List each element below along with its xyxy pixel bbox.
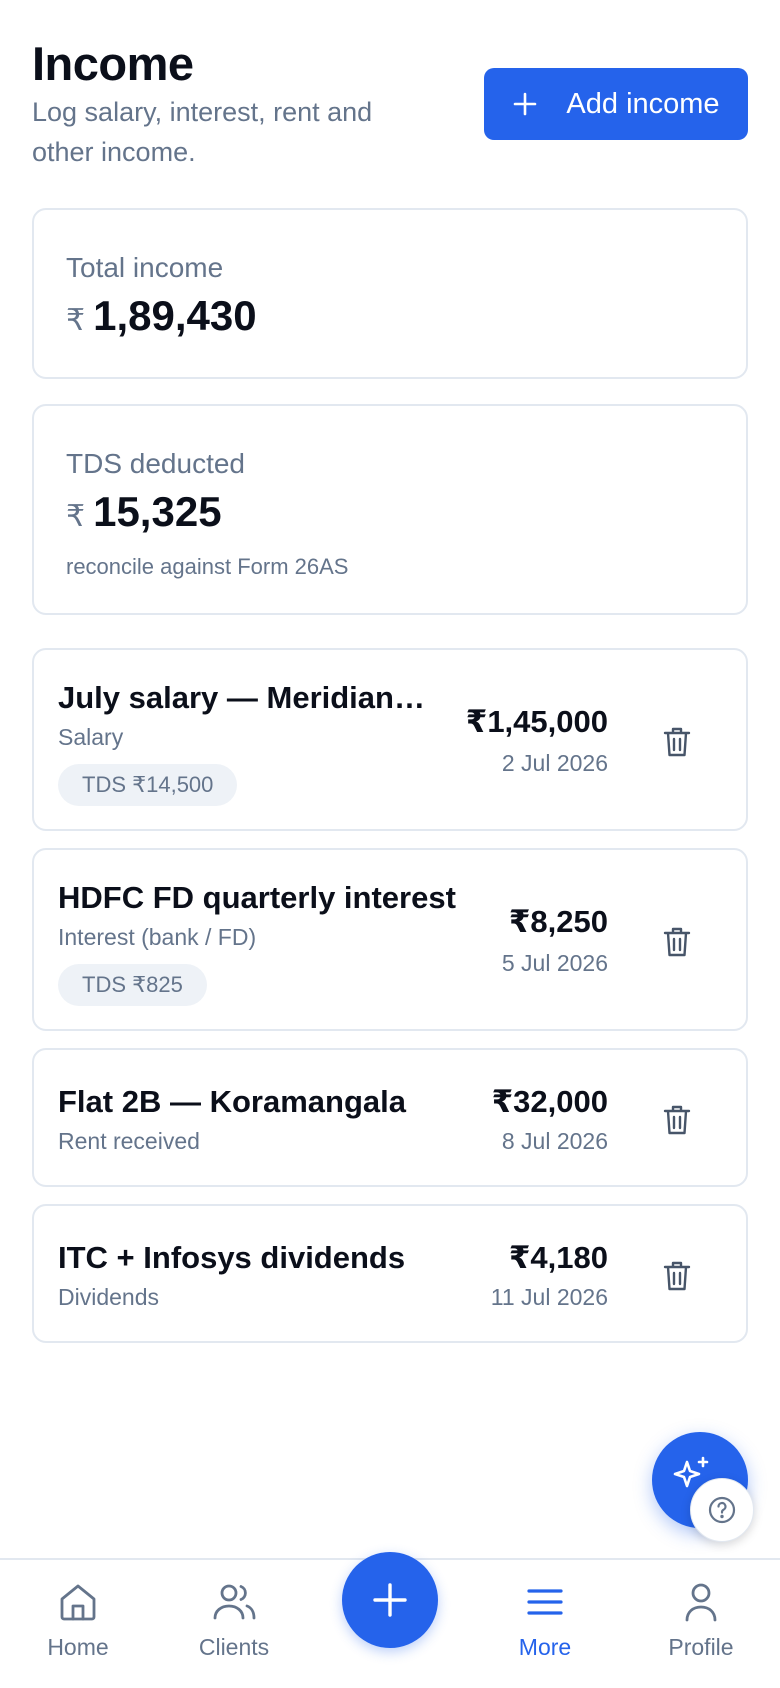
income-category: Rent received <box>58 1128 200 1154</box>
menu-icon <box>523 1580 567 1624</box>
tds-note: reconcile against Form 26AS <box>66 554 349 579</box>
rupee-symbol: ₹ <box>66 304 86 337</box>
total-income-value-row: ₹ 1,89,430 <box>66 292 714 340</box>
trash-icon[interactable] <box>662 1260 692 1292</box>
income-amount: ₹32,000 <box>491 1084 608 1119</box>
total-income-label: Total income <box>66 252 224 283</box>
page-header: Income Log salary, interest, rent and ot… <box>32 36 748 172</box>
total-income-value: 1,89,430 <box>93 292 257 339</box>
help-button[interactable] <box>690 1478 754 1542</box>
income-title: July salary — Meridian Technologies <box>58 680 428 715</box>
tds-badge: TDS ₹825 <box>58 964 207 1006</box>
income-amount: ₹1,45,000 <box>465 704 608 739</box>
income-amount: ₹4,180 <box>508 1240 608 1275</box>
add-income-button[interactable]: Add income <box>484 68 748 140</box>
income-title: Flat 2B — Koramangala <box>58 1084 406 1119</box>
trash-icon[interactable] <box>662 1104 692 1136</box>
income-item[interactable]: Flat 2B — Koramangala Rent received ₹32,… <box>32 1048 748 1187</box>
tds-value: 15,325 <box>93 488 222 535</box>
tds-badge: TDS ₹14,500 <box>58 764 238 806</box>
income-date: 11 Jul 2026 <box>490 1284 608 1310</box>
nav-home[interactable]: Home <box>13 1580 143 1661</box>
trash-icon[interactable] <box>662 926 692 958</box>
income-category: Dividends <box>58 1284 159 1310</box>
nav-more-label: More <box>518 1634 572 1660</box>
tds-value-row: ₹ 15,325 <box>66 488 714 536</box>
income-item[interactable]: July salary — Meridian Technologies Sala… <box>32 648 748 831</box>
add-income-label: Add income <box>566 87 720 120</box>
income-title: ITC + Infosys dividends <box>58 1240 406 1275</box>
trash-icon[interactable] <box>662 726 692 758</box>
income-date: 5 Jul 2026 <box>501 950 608 976</box>
question-icon <box>707 1495 737 1525</box>
income-category: Salary <box>58 724 124 750</box>
income-title: HDFC FD quarterly interest <box>58 880 456 915</box>
total-income-card: Total income ₹ 1,89,430 <box>32 208 748 379</box>
income-item[interactable]: ITC + Infosys dividends Dividends ₹4,180… <box>32 1204 748 1343</box>
nav-clients[interactable]: Clients <box>169 1580 299 1661</box>
nav-more[interactable]: More <box>480 1580 610 1661</box>
tds-card: TDS deducted ₹ 15,325 reconcile against … <box>32 404 748 615</box>
plus-icon <box>370 1580 410 1620</box>
income-item[interactable]: HDFC FD quarterly interest Interest (ban… <box>32 848 748 1031</box>
income-category: Interest (bank / FD) <box>58 924 257 950</box>
nav-home-label: Home <box>47 1634 109 1660</box>
tds-label: TDS deducted <box>66 448 245 479</box>
income-amount: ₹8,250 <box>508 904 608 939</box>
page-subtitle: Log salary, interest, rent and other inc… <box>32 97 373 167</box>
nav-clients-label: Clients <box>198 1634 270 1660</box>
rupee-symbol: ₹ <box>66 500 86 533</box>
income-date: 8 Jul 2026 <box>501 1128 608 1154</box>
plus-icon <box>512 91 538 117</box>
nav-profile[interactable]: Profile <box>636 1580 766 1661</box>
user-icon <box>679 1580 723 1624</box>
quick-add-button[interactable] <box>342 1552 438 1648</box>
users-icon <box>211 1580 257 1624</box>
income-date: 2 Jul 2026 <box>501 750 608 776</box>
nav-profile-label: Profile <box>668 1634 734 1660</box>
home-icon <box>56 1580 100 1624</box>
